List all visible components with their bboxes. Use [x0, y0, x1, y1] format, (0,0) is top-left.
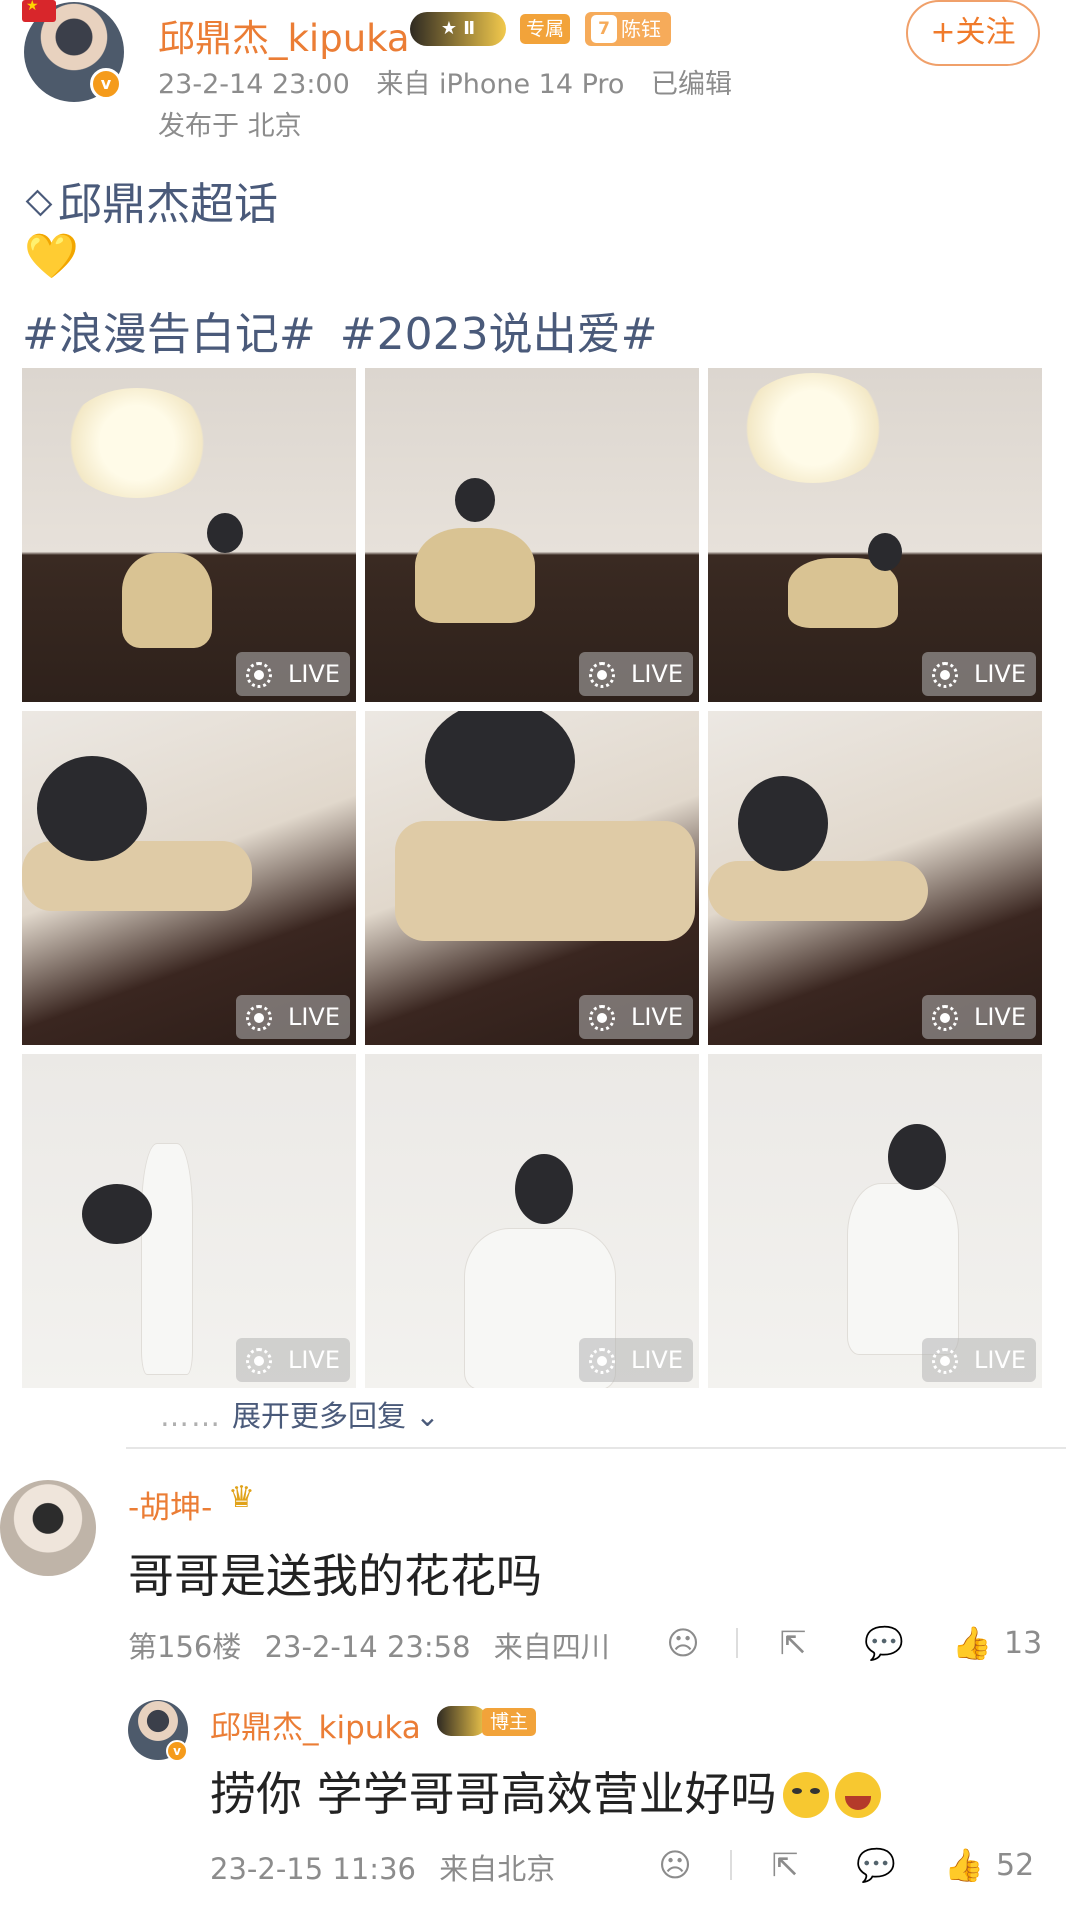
live-badge: LIVE	[922, 995, 1036, 1039]
post-date: 23-2-14 23:00	[158, 69, 350, 100]
fan-badge[interactable]: 7 陈钰	[585, 12, 671, 46]
live-icon	[246, 1348, 272, 1374]
author-name[interactable]: 邱鼎杰_kipuka	[158, 8, 410, 62]
author-tag: 博主	[482, 1708, 537, 1736]
photo-thumbnail[interactable]: LIVE	[22, 1054, 356, 1388]
live-icon	[246, 662, 272, 688]
fan-badge-name: 陈钰	[621, 17, 661, 41]
live-badge: LIVE	[236, 1338, 350, 1382]
heart-emoji: 💛	[24, 231, 79, 282]
photo-thumbnail[interactable]: LIVE	[708, 368, 1042, 702]
commenter-avatar[interactable]	[0, 1480, 96, 1576]
live-badge: LIVE	[922, 652, 1036, 696]
crown-icon: ♛	[228, 1480, 255, 1515]
live-icon	[246, 1005, 272, 1031]
photo-thumbnail[interactable]: LIVE	[708, 711, 1042, 1045]
vip-badge	[437, 1706, 487, 1736]
live-icon	[589, 662, 615, 688]
live-icon	[589, 1348, 615, 1374]
live-icon	[589, 1005, 615, 1031]
like-count: 13	[1004, 1626, 1043, 1661]
dislike-icon[interactable]: ☹	[664, 1624, 702, 1662]
flag-icon	[22, 0, 56, 22]
verified-icon: v	[90, 68, 122, 100]
dislike-icon[interactable]: ☹	[656, 1846, 694, 1884]
reply-actions: ☹ ⇱ 💬 👍 52	[0, 1846, 1080, 1886]
live-badge: LIVE	[236, 652, 350, 696]
expand-replies-button[interactable]: …… 展开更多回复 ⌄	[160, 1393, 440, 1435]
comment-icon[interactable]: 💬	[864, 1624, 904, 1662]
live-badge: LIVE	[579, 1338, 693, 1382]
post-header: v 邱鼎杰_kipuka ★ Ⅱ 专属 7 陈钰 +关注 23-2-14 23:…	[0, 0, 1080, 150]
photo-thumbnail[interactable]: LIVE	[22, 368, 356, 702]
photo-thumbnail[interactable]: LIVE	[708, 1054, 1042, 1388]
diamond-icon	[25, 189, 53, 217]
like-count: 52	[996, 1848, 1035, 1883]
post-location: 发布于 北京	[158, 111, 302, 142]
live-badge: LIVE	[922, 1338, 1036, 1382]
like-icon[interactable]: 👍	[952, 1624, 992, 1662]
hashtag-link[interactable]: #2023说出爱#	[340, 309, 658, 360]
laugh-emoji-icon	[834, 1772, 881, 1818]
supertopic-link[interactable]: 邱鼎杰超话	[24, 168, 278, 232]
live-icon	[932, 1348, 958, 1374]
reply-text: 捞你 学学哥哥高效营业好吗	[210, 1758, 881, 1824]
divider	[126, 1447, 1066, 1449]
verified-icon: v	[166, 1740, 188, 1762]
exclusive-tag[interactable]: 专属	[520, 14, 571, 44]
follow-button[interactable]: +关注	[906, 0, 1040, 66]
comment-icon[interactable]: 💬	[856, 1846, 896, 1884]
vip-badge[interactable]: ★ Ⅱ	[410, 12, 506, 46]
share-icon[interactable]: ⇱	[774, 1624, 812, 1662]
commenter-name[interactable]: -胡坤-	[128, 1482, 212, 1527]
live-badge: LIVE	[579, 995, 693, 1039]
post-edited[interactable]: 已编辑	[651, 69, 732, 100]
post-meta: 23-2-14 23:00 来自 iPhone 14 Pro 已编辑	[158, 62, 750, 101]
hashtag-link[interactable]: #浪漫告白记#	[22, 309, 316, 360]
like-icon[interactable]: 👍	[944, 1846, 984, 1884]
photo-thumbnail[interactable]: LIVE	[365, 368, 699, 702]
live-icon	[932, 1005, 958, 1031]
live-badge: LIVE	[579, 652, 693, 696]
hashtags: #浪漫告白记# #2023说出爱#	[22, 298, 667, 362]
photo-grid: LIVE LIVE LIVE LIVE LIVE LIVE LIVE LIVE …	[22, 368, 1042, 1388]
live-icon	[932, 662, 958, 688]
photo-thumbnail[interactable]: LIVE	[365, 711, 699, 1045]
photo-thumbnail[interactable]: LIVE	[22, 711, 356, 1045]
reply-author-name[interactable]: 邱鼎杰_kipuka	[210, 1702, 421, 1747]
post-source: 来自 iPhone 14 Pro	[376, 69, 625, 100]
share-icon[interactable]: ⇱	[766, 1846, 804, 1884]
live-badge: LIVE	[236, 995, 350, 1039]
comment-text: 哥哥是送我的花花吗	[128, 1549, 542, 1603]
photo-thumbnail[interactable]: LIVE	[365, 1054, 699, 1388]
fan-badge-level: 7	[591, 15, 617, 43]
comment-actions: ☹ ⇱ 💬 👍 13	[0, 1624, 1080, 1664]
blush-emoji-icon	[782, 1772, 829, 1818]
